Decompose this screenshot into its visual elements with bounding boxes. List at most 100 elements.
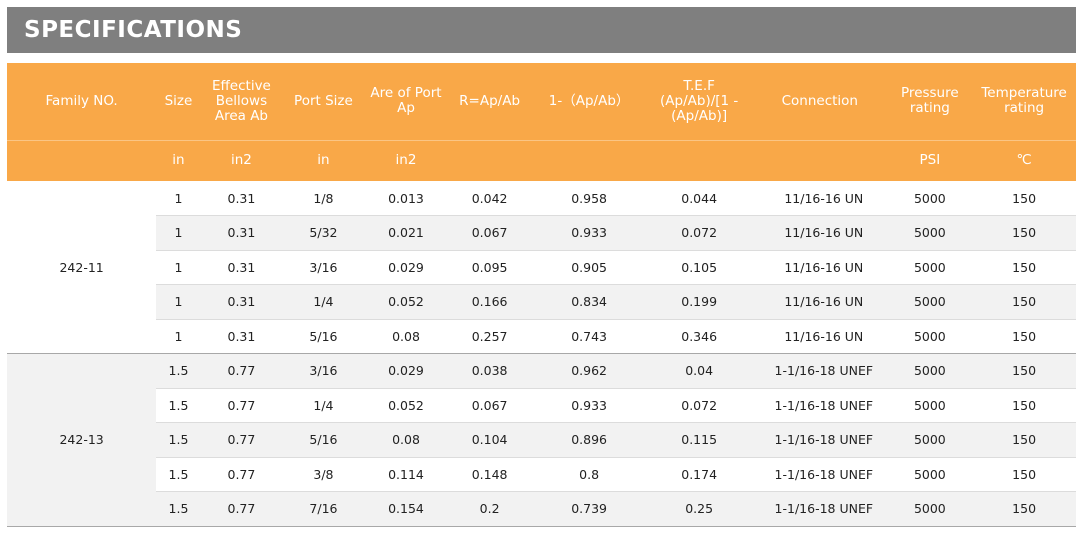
- table-row: 1.5 0.77 5/16 0.08 0.104 0.896 0.115 1-1…: [7, 422, 1076, 458]
- connection-cell: 11/16-16 UN: [752, 215, 888, 251]
- pressure-cell: 5000: [887, 491, 973, 527]
- connection-cell: 1-1/16-18 UNEF: [752, 422, 888, 458]
- tef-cell: 0.105: [646, 250, 753, 285]
- column-header-temperature: Temperature rating: [972, 63, 1076, 141]
- unit-cell: [7, 140, 157, 181]
- one-minus-ratio-cell: 0.958: [531, 181, 647, 216]
- ratio-cell: 0.042: [447, 181, 532, 216]
- tef-cell: 0.346: [646, 319, 753, 354]
- tef-cell: 0.072: [646, 388, 753, 423]
- bellows-area-cell: 0.77: [200, 422, 283, 458]
- port-area-cell: 0.029: [364, 250, 448, 285]
- one-minus-ratio-cell: 0.933: [531, 388, 647, 423]
- size-cell: 1: [156, 284, 201, 320]
- header-text: Are of Port Ap: [370, 85, 442, 117]
- unit-cell: PSI: [887, 140, 973, 181]
- tef-cell: 0.072: [646, 215, 753, 251]
- connection-cell: 1-1/16-18 UNEF: [752, 353, 888, 389]
- tef-cell: 0.25: [646, 491, 753, 527]
- bellows-area-cell: 0.31: [200, 284, 283, 320]
- one-minus-ratio-cell: 0.933: [531, 215, 647, 251]
- ratio-cell: 0.2: [447, 491, 532, 527]
- ratio-cell: 0.095: [447, 250, 532, 285]
- one-minus-ratio-cell: 0.834: [531, 284, 647, 320]
- bellows-area-cell: 0.77: [200, 491, 283, 527]
- specifications-table: Family NO. Size Effective Bellows Area A…: [7, 63, 1076, 527]
- one-minus-ratio-cell: 0.743: [531, 319, 647, 354]
- tef-cell: 0.044: [646, 181, 753, 216]
- table-row: 1.5 0.77 7/16 0.154 0.2 0.739 0.25 1-1/1…: [7, 491, 1076, 527]
- connection-cell: 11/16-16 UN: [752, 181, 888, 216]
- ratio-cell: 0.067: [447, 388, 532, 423]
- temperature-cell: 150: [972, 181, 1076, 216]
- port-size-cell: 7/16: [282, 491, 365, 527]
- port-size-cell: 3/8: [282, 457, 365, 492]
- bellows-area-cell: 0.31: [200, 319, 283, 354]
- header-text: T.E.F (Ap/Ab)/[1 -(Ap/Ab)]: [660, 77, 739, 124]
- size-cell: 1: [156, 215, 201, 251]
- table-row: 242-13 1.5 0.77 3/16 0.029 0.038 0.962 0…: [7, 353, 1076, 527]
- ratio-cell: 0.257: [447, 319, 532, 354]
- port-area-cell: 0.052: [364, 388, 448, 423]
- table-row: 1.5 0.77 3/8 0.114 0.148 0.8 0.174 1-1/1…: [7, 457, 1076, 492]
- pressure-cell: 5000: [887, 319, 973, 354]
- family-cell: 242-11: [7, 181, 157, 354]
- size-cell: 1.5: [156, 353, 201, 389]
- family-cell: 242-13: [7, 353, 157, 527]
- connection-cell: 11/16-16 UN: [752, 319, 888, 354]
- size-cell: 1.5: [156, 422, 201, 458]
- temperature-cell: 150: [972, 319, 1076, 354]
- pressure-cell: 5000: [887, 284, 973, 320]
- column-header-port-area: Are of Port Ap: [364, 63, 448, 141]
- column-header-connection: Connection: [752, 63, 888, 141]
- pressure-cell: 5000: [887, 250, 973, 285]
- connection-cell: 11/16-16 UN: [752, 250, 888, 285]
- size-cell: 1: [156, 250, 201, 285]
- temperature-cell: 150: [972, 422, 1076, 458]
- port-size-cell: 3/16: [282, 353, 365, 389]
- pressure-cell: 5000: [887, 215, 973, 251]
- page-title: SPECIFICATIONS: [7, 7, 1076, 53]
- table-row: 1 0.31 3/16 0.029 0.095 0.905 0.105 11/1…: [7, 250, 1076, 285]
- unit-cell: in2: [364, 140, 448, 181]
- table-body: 242-11 1 0.31 1/8 0.013 0.042 0.958 0.04…: [7, 181, 1076, 527]
- column-header-bellows-area: Effective Bellows Area Ab: [200, 63, 283, 141]
- table-row: 1 0.31 5/16 0.08 0.257 0.743 0.346 11/16…: [7, 319, 1076, 354]
- column-header-family: Family NO.: [7, 63, 157, 141]
- one-minus-ratio-cell: 0.962: [531, 353, 647, 389]
- units-row: in in2 in in2 PSI ℃: [7, 140, 1076, 181]
- unit-cell: in2: [200, 140, 283, 181]
- port-size-cell: 1/4: [282, 388, 365, 423]
- tef-cell: 0.174: [646, 457, 753, 492]
- size-cell: 1.5: [156, 457, 201, 492]
- size-cell: 1.5: [156, 388, 201, 423]
- pressure-cell: 5000: [887, 422, 973, 458]
- port-size-cell: 3/16: [282, 250, 365, 285]
- ratio-cell: 0.104: [447, 422, 532, 458]
- temperature-cell: 150: [972, 491, 1076, 527]
- temperature-cell: 150: [972, 457, 1076, 492]
- bellows-area-cell: 0.31: [200, 181, 283, 216]
- port-size-cell: 1/8: [282, 181, 365, 216]
- tef-cell: 0.199: [646, 284, 753, 320]
- bellows-area-cell: 0.77: [200, 457, 283, 492]
- header-text: Temperature rating: [981, 85, 1067, 117]
- one-minus-ratio-cell: 0.739: [531, 491, 647, 527]
- temperature-cell: 150: [972, 284, 1076, 320]
- ratio-cell: 0.148: [447, 457, 532, 492]
- size-cell: 1: [156, 319, 201, 354]
- temperature-cell: 150: [972, 353, 1076, 389]
- column-header-size: Size: [156, 63, 201, 141]
- table-row: 1.5 0.77 1/4 0.052 0.067 0.933 0.072 1-1…: [7, 388, 1076, 423]
- unit-cell: [531, 140, 647, 181]
- port-area-cell: 0.021: [364, 215, 448, 251]
- connection-cell: 1-1/16-18 UNEF: [752, 457, 888, 492]
- bellows-area-cell: 0.77: [200, 353, 283, 389]
- bellows-area-cell: 0.77: [200, 388, 283, 423]
- size-cell: 1.5: [156, 491, 201, 527]
- column-header-port-size: Port Size: [282, 63, 365, 141]
- unit-cell: in: [156, 140, 201, 181]
- port-area-cell: 0.013: [364, 181, 448, 216]
- pressure-cell: 5000: [887, 181, 973, 216]
- header-text: Pressure rating: [901, 85, 959, 117]
